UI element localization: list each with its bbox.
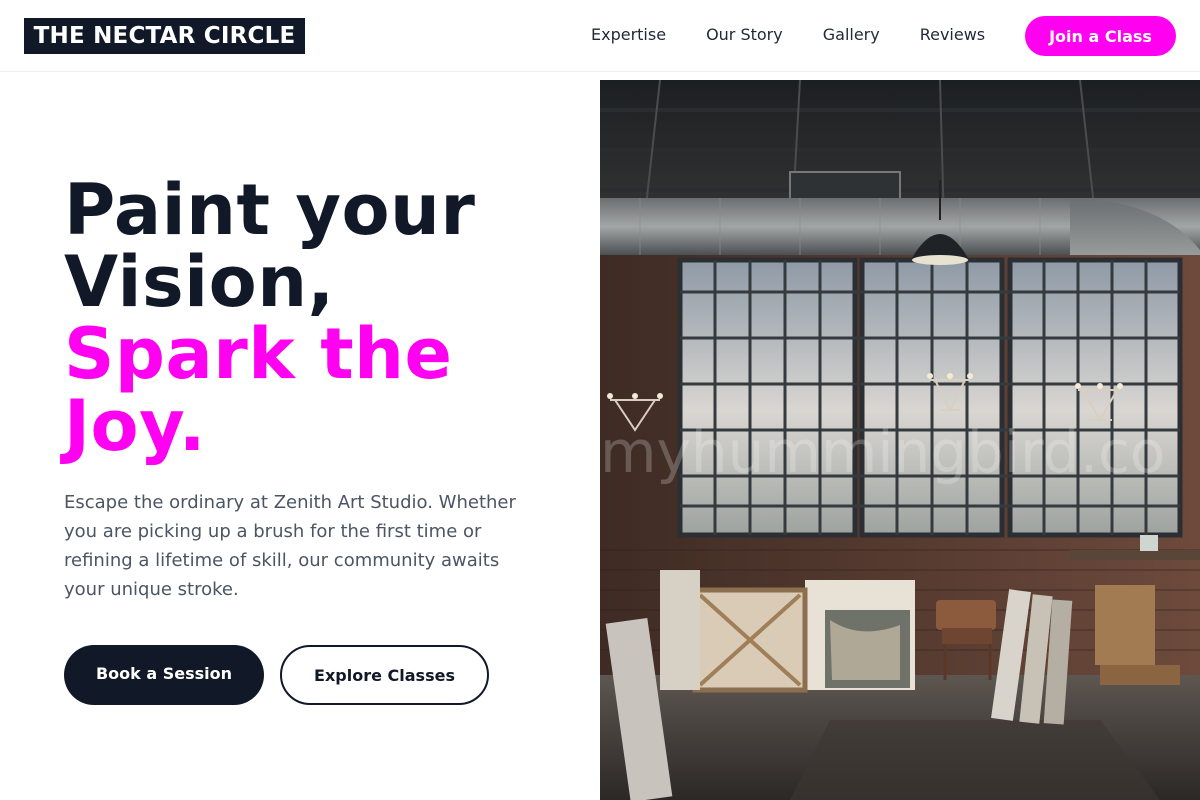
nav-link-expertise[interactable]: Expertise — [591, 25, 666, 44]
hero-title: Paint your Vision, Spark the Joy. — [64, 174, 584, 462]
hero-title-line-4: Joy. — [64, 385, 206, 467]
image-watermark: myhummingbird.co — [600, 418, 1165, 486]
hero-title-line-3: Spark the — [64, 313, 453, 395]
hero-description: Escape the ordinary at Zenith Art Studio… — [64, 492, 516, 600]
join-class-button[interactable]: Join a Class — [1025, 16, 1176, 56]
brand-logo[interactable]: THE NECTAR CIRCLE — [24, 18, 305, 54]
studio-hero-image: myhummingbird.co — [600, 80, 1200, 800]
main-nav: Expertise Our Story Gallery Reviews — [591, 0, 985, 68]
book-session-button[interactable]: Book a Session — [64, 645, 264, 705]
nav-link-our-story[interactable]: Our Story — [706, 25, 783, 44]
nav-link-reviews[interactable]: Reviews — [920, 25, 985, 44]
nav-link-gallery[interactable]: Gallery — [823, 25, 880, 44]
explore-classes-button[interactable]: Explore Classes — [280, 645, 489, 705]
hero-title-line-2: Vision, — [64, 241, 335, 323]
site-header: THE NECTAR CIRCLE Expertise Our Story Ga… — [0, 0, 1200, 72]
hero-title-line-1: Paint your — [64, 169, 476, 251]
